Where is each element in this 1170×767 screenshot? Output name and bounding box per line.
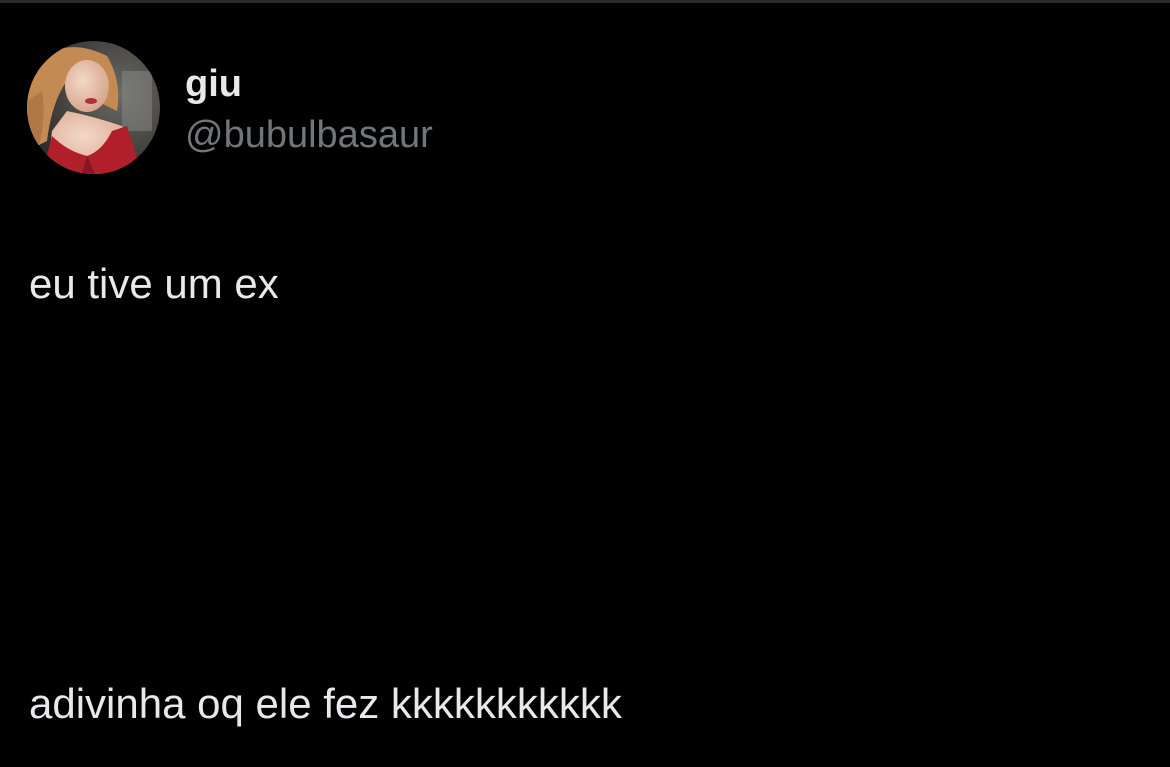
display-name[interactable]: giu xyxy=(185,61,242,107)
avatar[interactable] xyxy=(27,41,160,174)
user-handle[interactable]: @bubulbasaur xyxy=(185,112,433,158)
tweet-text-line: adivinha oq ele fez kkkkkkkkkkk xyxy=(29,680,622,727)
avatar-image xyxy=(27,41,160,174)
tweet-card: giu @bubulbasaur eu tive um ex adivinha … xyxy=(0,0,1170,767)
tweet-text-line: eu tive um ex xyxy=(29,260,279,307)
